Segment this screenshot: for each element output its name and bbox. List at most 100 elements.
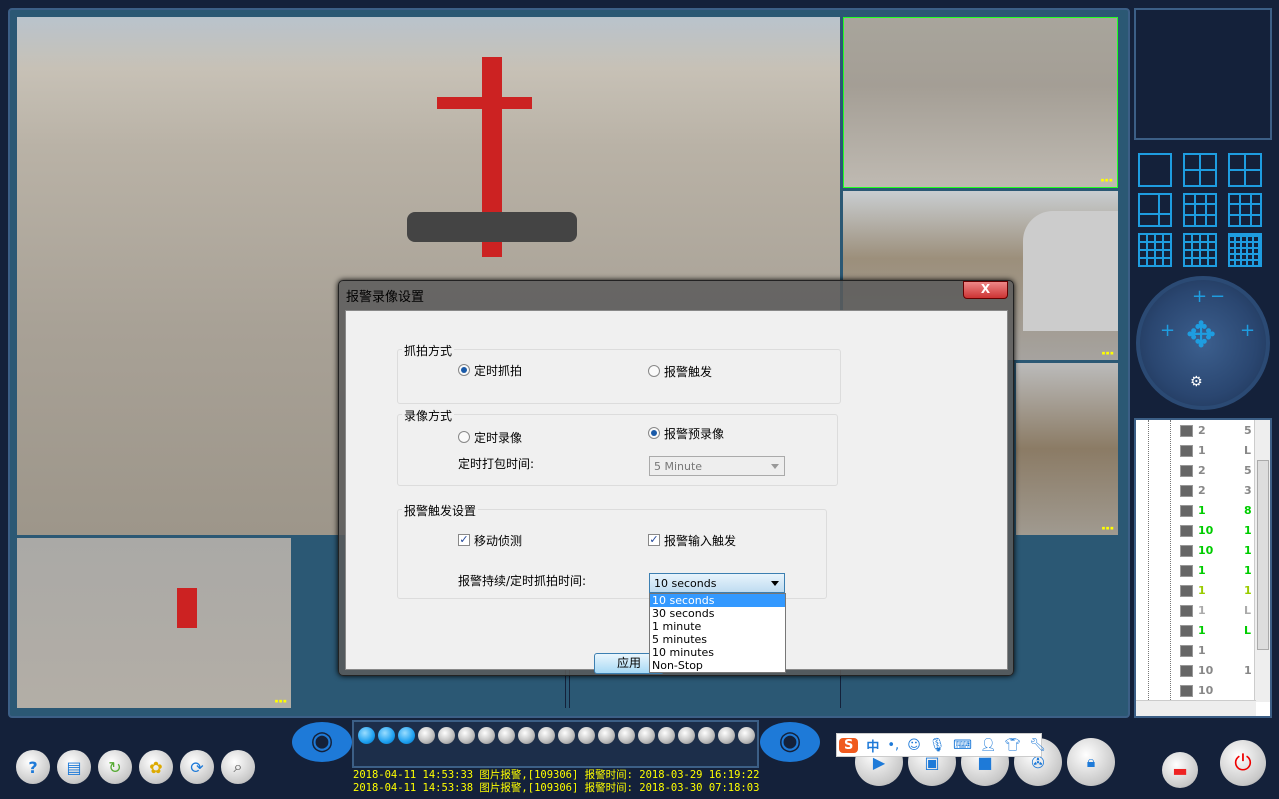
tree-item[interactable]: 1L [1180,624,1251,640]
microphone-icon[interactable]: 🎙︎ [929,738,946,753]
tree-item-label: 1 [1198,504,1206,517]
tree-item[interactable]: 25 [1180,424,1252,440]
smiley-icon[interactable]: ☺ [907,738,921,753]
radio-timed-record[interactable] [458,431,470,443]
channel-indicator[interactable] [718,727,735,744]
minimize-icon[interactable]: ▬ [1162,752,1198,788]
folder-icon [1180,545,1193,557]
tree-item[interactable]: 18 [1180,504,1252,520]
pack-time-select[interactable]: 5 Minute [649,456,785,476]
zoom-minus-icon[interactable]: − [1210,286,1225,307]
channel-indicator[interactable] [598,727,615,744]
help-icon[interactable]: ? [16,750,50,784]
ime-toolbar[interactable]: S 中 •, ☺ 🎙︎ ⌨ 👤︎ 👕︎ 🔧︎ [836,733,1046,757]
alarm-input-checkbox[interactable]: ✓ [648,534,660,546]
channel-indicator[interactable] [498,727,515,744]
channel-indicator[interactable] [618,727,635,744]
layout-9-icon[interactable] [1183,193,1217,227]
tree-item[interactable]: 10 1 [1180,524,1252,540]
punctuation-icon[interactable]: •, [887,738,899,753]
checkbox-label: 移动侦测 [474,534,523,548]
channel-indicator[interactable] [378,727,395,744]
layout-16-icon[interactable] [1138,233,1172,267]
layout-6-icon[interactable] [1138,193,1172,227]
refresh-icon[interactable]: ↻ [98,750,132,784]
tree-item[interactable]: 1L [1180,604,1251,620]
channel-indicator[interactable] [398,727,415,744]
channel-indicator[interactable] [738,727,755,744]
channel-indicator[interactable] [678,727,695,744]
dropdown-option[interactable]: 10 minutes [650,646,785,659]
tree-item[interactable]: 11 [1180,584,1252,600]
ptz-control[interactable]: + − + + ✥ ⚙ [1136,276,1270,410]
channel-indicator[interactable] [478,727,495,744]
camera-5[interactable]: ▪▪▪ [17,538,291,708]
shirt-icon[interactable]: 👕︎ [1005,738,1022,753]
tree-item[interactable]: 1L [1180,444,1251,460]
iris-plus-icon[interactable]: + [1240,320,1255,341]
ime-mode[interactable]: 中 [866,736,879,755]
layout-10-icon[interactable] [1228,193,1262,227]
layout-5-icon[interactable] [1228,153,1262,187]
wrench-icon[interactable]: 🔧︎ [1029,738,1046,753]
gear-icon[interactable]: ⚙ [1190,374,1203,390]
zoom-plus-icon[interactable]: + [1192,286,1207,307]
settings-icon[interactable]: ✿ [139,750,173,784]
document-icon[interactable]: ▤ [57,750,91,784]
layout-4-icon[interactable] [1183,153,1217,187]
radio-alarm-trigger[interactable] [648,365,660,377]
dropdown-option[interactable]: Non-Stop [650,659,785,672]
vertical-scrollbar[interactable] [1254,420,1270,702]
camera-2[interactable]: ▪▪▪ [843,17,1118,188]
tree-item[interactable]: 23 [1180,484,1252,500]
direction-pad-icon[interactable]: ✥ [1186,318,1216,354]
close-button[interactable]: X [963,281,1008,299]
channel-indicator[interactable] [418,727,435,744]
channel-indicator[interactable] [558,727,575,744]
tree-item[interactable]: 10 1 [1180,544,1252,560]
sync-icon[interactable]: ⟳ [180,750,214,784]
sogou-logo[interactable]: S [839,737,859,753]
channel-indicator[interactable] [538,727,555,744]
lock-icon[interactable]: 🔒︎ [1067,738,1115,786]
tree-item[interactable]: 10 [1180,684,1213,700]
scroll-thumb[interactable] [1257,460,1269,650]
motion-detect-checkbox[interactable]: ✓ [458,534,470,546]
tanker [1023,211,1118,331]
previous-channels-icon[interactable]: ◉ [292,722,352,762]
channel-indicator[interactable] [698,727,715,744]
camera-4[interactable]: ▪▪▪ [1016,363,1118,535]
channel-indicator[interactable] [578,727,595,744]
tree-item[interactable]: 11 [1180,564,1252,580]
dropdown-option[interactable]: 1 minute [650,620,785,633]
layout-20-icon[interactable] [1183,233,1217,267]
channel-indicator[interactable] [438,727,455,744]
layout-25-icon[interactable] [1228,233,1262,267]
channel-indicator[interactable] [458,727,475,744]
focus-plus-icon[interactable]: + [1160,320,1175,341]
tree-item[interactable]: 1 [1180,644,1206,660]
channel-indicator[interactable] [638,727,655,744]
channel-indicator[interactable] [658,727,675,744]
channel-indicator[interactable] [358,727,375,744]
tree-item[interactable]: 10 1 [1180,664,1252,680]
dropdown-option[interactable]: 10 seconds [650,594,785,607]
channel-indicator[interactable] [518,727,535,744]
radio-alarm-prerecord[interactable] [648,427,660,439]
layout-1-icon[interactable] [1138,153,1172,187]
next-channels-icon[interactable]: ◉ [760,722,820,762]
search-icon[interactable]: ⌕ [221,750,255,784]
horizontal-scrollbar[interactable] [1136,700,1256,716]
duration-dropdown-list[interactable]: 10 seconds 30 seconds 1 minute 5 minutes… [649,593,786,673]
keyboard-icon[interactable]: ⌨ [953,738,972,753]
tree-item[interactable]: 25 [1180,464,1252,480]
duration-select[interactable]: 10 seconds [649,573,785,593]
user-icon[interactable]: 👤︎ [980,738,997,753]
radio-timed-capture[interactable] [458,364,470,376]
device-tree[interactable]: 2 5 1 L 2 5 2 3 1 8 10 1 10 1 1 1 1 1 1 L 1 L 1 10 1 10 [1134,418,1272,718]
tree-item-value: L [1244,624,1252,637]
dropdown-option[interactable]: 30 seconds [650,607,785,620]
dropdown-option[interactable]: 5 minutes [650,633,785,646]
cam-label: ▪▪▪ [1100,176,1113,184]
power-icon[interactable]: ⏻ [1220,740,1266,786]
